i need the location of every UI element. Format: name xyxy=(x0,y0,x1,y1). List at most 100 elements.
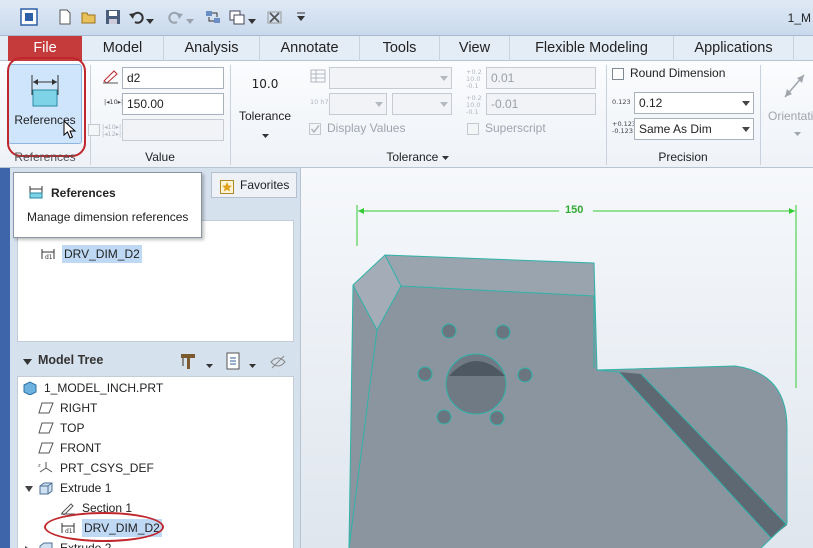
round-dimension-checkbox[interactable] xyxy=(612,68,624,80)
references-group-label: References xyxy=(14,150,76,164)
part-model-view xyxy=(348,205,797,548)
tolerance-decimal-icon: +0.123 -0.123 xyxy=(612,120,637,135)
upper-tolerance-field[interactable]: 0.01 xyxy=(486,67,596,89)
show-dropdown-icon[interactable] xyxy=(249,359,257,368)
close-icon[interactable] xyxy=(266,8,284,26)
hole-class-select[interactable] xyxy=(329,93,387,115)
graphics-window[interactable]: 150 xyxy=(300,168,813,548)
open-icon[interactable] xyxy=(80,8,98,26)
expand-arrow-icon[interactable] xyxy=(25,543,35,548)
decimal-places-icon: 0.123 xyxy=(612,98,631,106)
favorites-tab-label: Favorites xyxy=(240,178,290,192)
dual-value-icon: |◂10▸| |◂12▸| xyxy=(102,123,122,138)
dimension-icon xyxy=(28,185,44,199)
value-checkbox[interactable] xyxy=(88,124,100,136)
tolerance-table-icon xyxy=(310,69,326,83)
tree-settings-dropdown-icon[interactable] xyxy=(206,359,214,368)
bolt-hole xyxy=(489,410,505,426)
save-icon[interactable] xyxy=(104,8,122,26)
dimension-secondary-field[interactable] xyxy=(122,119,224,141)
sketch-icon xyxy=(60,501,76,516)
tree-settings-icon[interactable] xyxy=(179,351,199,371)
expand-arrow-icon[interactable] xyxy=(25,483,35,492)
svg-text:z: z xyxy=(38,463,41,469)
orientation-dropdown-icon xyxy=(794,127,802,136)
display-values-label: Display Values xyxy=(327,121,406,135)
model-tree-collapse-icon[interactable] xyxy=(23,356,33,365)
tab-analysis[interactable]: Analysis xyxy=(164,36,260,61)
part-icon xyxy=(22,381,38,396)
tab-model[interactable]: Model xyxy=(82,36,164,61)
dimension-arrow xyxy=(358,208,364,214)
new-icon[interactable] xyxy=(56,8,74,26)
undo-dropdown-icon[interactable] xyxy=(146,14,154,24)
model-tree: 1_MODEL_INCH.PRT RIGHT TOP FRONT z PRT_C… xyxy=(17,376,294,548)
layer-list: d1 DRV_DIM_D2 xyxy=(17,220,294,342)
tab-flexible-modeling[interactable]: Flexible Modeling xyxy=(510,36,674,61)
window-icon[interactable] xyxy=(20,8,38,26)
tab-tools[interactable]: Tools xyxy=(360,36,440,61)
tab-annotate[interactable]: Annotate xyxy=(260,36,360,61)
quick-access-toolbar: 1_M xyxy=(0,0,813,36)
tooltip-description: Manage dimension references xyxy=(27,210,189,224)
group-separator xyxy=(760,65,761,165)
favorites-icon xyxy=(220,178,234,194)
display-values-checkbox[interactable] xyxy=(309,123,321,135)
bolt-hole xyxy=(441,323,457,339)
tab-favorites[interactable]: Favorites xyxy=(211,172,297,198)
shaft-class-select[interactable] xyxy=(392,93,452,115)
tolerance-dropdown-icon xyxy=(262,129,270,138)
orientation-icon xyxy=(782,71,808,101)
tolerance-icon: 10.0 xyxy=(251,77,279,91)
round-dimension-label: Round Dimension xyxy=(630,66,726,80)
tooltip-title: References xyxy=(51,186,116,200)
bolt-hole xyxy=(495,324,511,340)
dimension-value-field[interactable]: 150.00 xyxy=(122,93,224,115)
customize-icon[interactable] xyxy=(292,8,310,26)
csys-icon: z xyxy=(38,461,54,475)
superscript-checkbox[interactable] xyxy=(467,123,479,135)
front-face xyxy=(349,255,787,548)
tolerance-group-label[interactable]: Tolerance xyxy=(230,148,606,166)
tolerance-label: Tolerance xyxy=(238,109,292,123)
undo-icon[interactable] xyxy=(128,8,146,26)
decimal-places-select[interactable]: 0.12 xyxy=(634,92,754,114)
tolerance-table-select[interactable] xyxy=(329,67,452,89)
tolerance-button[interactable]: 10.0 Tolerance xyxy=(234,67,296,143)
ribbon-tabs: File Model Analysis Annotate Tools View … xyxy=(0,36,813,61)
windows-icon[interactable] xyxy=(228,8,246,26)
bolt-hole xyxy=(436,409,452,425)
lower-tolerance-field[interactable]: -0.01 xyxy=(486,93,596,115)
dimension-value-icon: |◂10▸| xyxy=(104,98,124,106)
svg-text:d1: d1 xyxy=(45,254,53,261)
dimension-name-field[interactable]: d2 xyxy=(122,67,224,89)
references-tooltip: References Manage dimension references xyxy=(13,172,202,238)
navigator-edge-strip xyxy=(0,168,10,548)
fit-icon: 10 h7 xyxy=(310,98,329,106)
regenerate-icon[interactable] xyxy=(204,8,222,26)
layer-item-label: DRV_DIM_D2 xyxy=(62,245,142,263)
orientation-label[interactable]: Orientati xyxy=(768,109,813,123)
datum-plane-icon xyxy=(38,441,54,455)
extrude-icon xyxy=(38,541,54,548)
tab-applications[interactable]: Applications xyxy=(674,36,794,61)
tab-view[interactable]: View xyxy=(440,36,510,61)
window-title: 1_M xyxy=(787,11,811,25)
show-icon[interactable] xyxy=(224,351,244,371)
tolerance-decimal-select[interactable]: Same As Dim xyxy=(634,118,754,140)
references-highlight xyxy=(7,57,86,157)
selection-highlight-ellipse xyxy=(44,512,164,542)
redo-dropdown-icon[interactable] xyxy=(186,14,194,24)
filter-icon[interactable] xyxy=(269,353,287,371)
model-tree-header: Model Tree xyxy=(17,348,294,374)
bolt-hole xyxy=(517,367,533,383)
bolt-hole xyxy=(417,366,433,382)
dimension-name-icon xyxy=(102,68,120,84)
upper-tolerance-icon: +0.2 10.0 -0.1 xyxy=(466,68,482,90)
windows-dropdown-icon[interactable] xyxy=(248,14,256,24)
tolerance-group-dropdown-icon xyxy=(441,156,449,160)
dimension-value-label[interactable]: 150 xyxy=(565,204,583,216)
dimension-icon: d1 xyxy=(40,247,56,261)
precision-group-label: Precision xyxy=(658,150,708,164)
redo-icon[interactable] xyxy=(166,8,184,26)
